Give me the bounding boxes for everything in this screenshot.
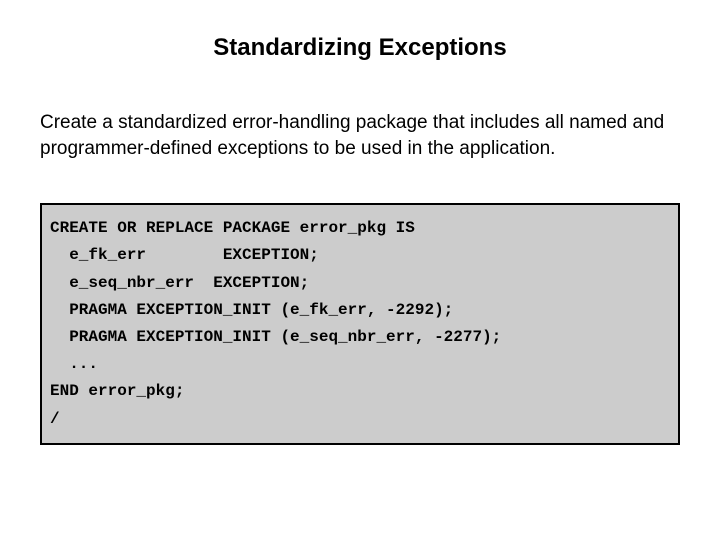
code-block: CREATE OR REPLACE PACKAGE error_pkg IS e… bbox=[40, 203, 680, 445]
description-text: Create a standardized error-handling pac… bbox=[40, 110, 680, 161]
page-title: Standardizing Exceptions bbox=[40, 34, 680, 62]
